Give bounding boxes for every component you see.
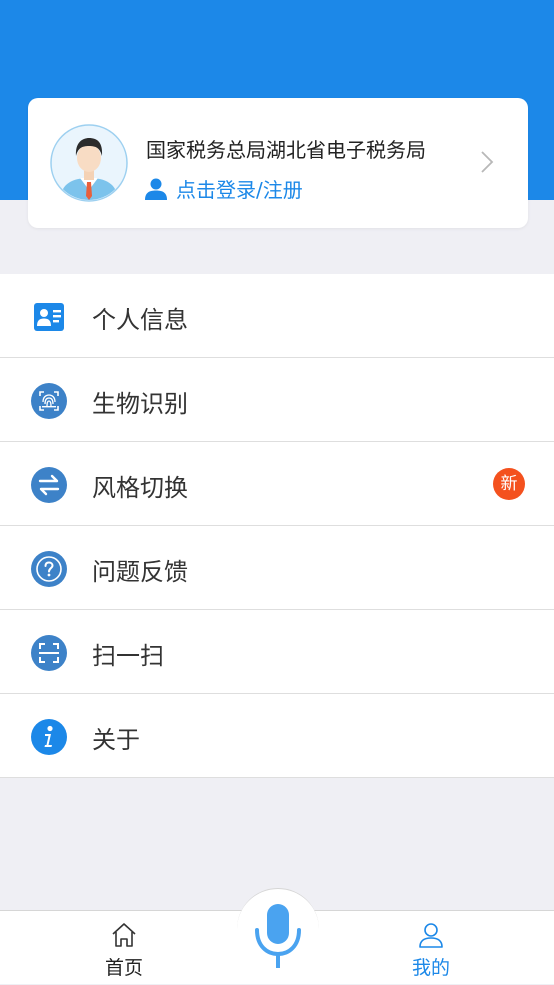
menu-label: 问题反馈 (92, 558, 188, 586)
settings-menu: 个人信息 生物识别 风格切换 新 问题反馈 扫一扫 关于 (0, 274, 554, 778)
tab-home[interactable]: 首页 (74, 911, 174, 985)
tab-mine-label: 我的 (411, 957, 450, 979)
menu-item-feedback[interactable]: 问题反馈 (0, 526, 554, 610)
fingerprint-icon (31, 383, 67, 419)
menu-item-personal-info[interactable]: 个人信息 (0, 274, 554, 358)
menu-item-about[interactable]: 关于 (0, 694, 554, 778)
info-icon (31, 719, 67, 755)
menu-item-biometric[interactable]: 生物识别 (0, 358, 554, 442)
avatar (50, 124, 128, 202)
login-text: 点击登录/注册 (176, 178, 303, 202)
menu-label: 生物识别 (92, 390, 188, 418)
profile-card[interactable]: 国家税务总局湖北省电子税务局 点击登录/注册 (28, 98, 528, 228)
org-name: 国家税务总局湖北省电子税务局 (146, 138, 426, 162)
menu-label: 扫一扫 (92, 642, 164, 670)
login-link[interactable]: 点击登录/注册 (144, 174, 303, 203)
menu-label: 风格切换 (92, 474, 188, 502)
swap-icon (31, 467, 67, 503)
home-icon (112, 923, 136, 947)
tab-home-label: 首页 (104, 957, 143, 979)
tab-mine[interactable]: 我的 (381, 911, 481, 985)
menu-item-scan[interactable]: 扫一扫 (0, 610, 554, 694)
menu-item-style-switch[interactable]: 风格切换 新 (0, 442, 554, 526)
chevron-right-icon (481, 151, 494, 173)
id-card-icon (34, 303, 64, 331)
scan-icon (31, 635, 67, 671)
menu-label: 关于 (92, 726, 140, 754)
new-badge: 新 (493, 468, 525, 500)
question-icon (31, 551, 67, 587)
user-icon (145, 178, 167, 200)
user-outline-icon (419, 923, 443, 948)
microphone-icon[interactable] (250, 900, 306, 972)
menu-label: 个人信息 (92, 306, 188, 334)
